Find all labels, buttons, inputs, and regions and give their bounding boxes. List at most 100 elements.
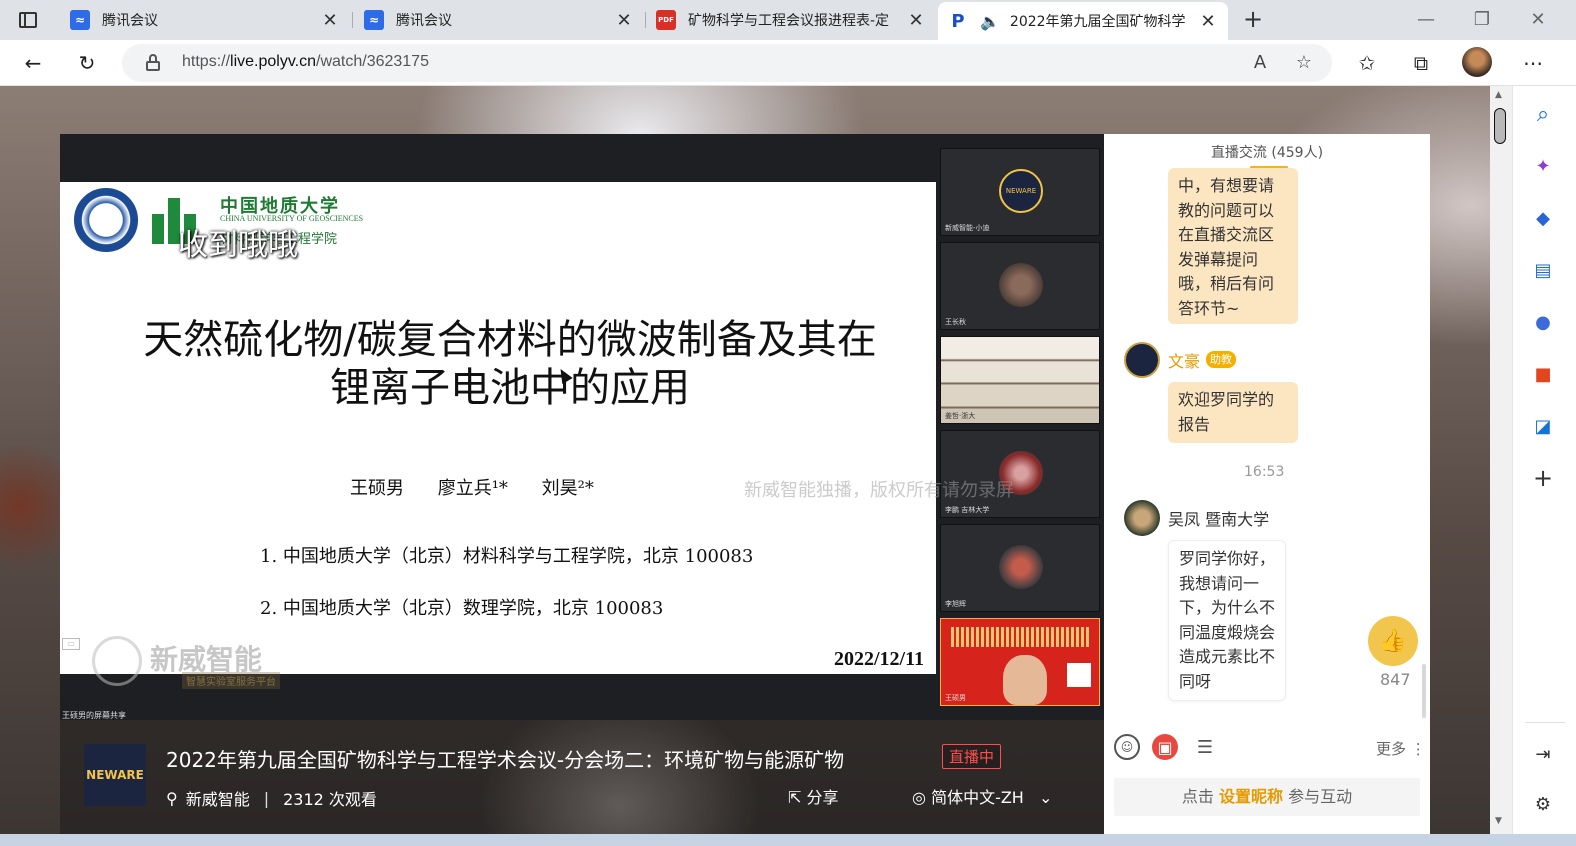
scrollbar-thumb[interactable] (1494, 108, 1506, 144)
university-seal-logo (74, 188, 138, 252)
neware-logo (92, 636, 142, 686)
outlook-icon[interactable]: ◪ (1529, 412, 1557, 440)
stream-meta: ⚲ 新威智能 | 2312 次观看 (166, 786, 377, 810)
channel-logo: NEWARE (84, 744, 146, 806)
participant-thumbnails: NEWARE 新威智能-小迪 王长秋 姜哲·浙大 李鹏 吉林大学 李旭辉 王硕男 (940, 146, 1102, 716)
chevron-down-icon: ⌄ (1038, 788, 1053, 807)
more-menu-icon[interactable]: ⋯ (1516, 46, 1550, 80)
set-nickname-link[interactable]: 设置昵称 (1219, 787, 1283, 806)
close-icon[interactable]: ✕ (320, 10, 340, 31)
tab-title: 矿物科学与工程会议报进程表-定 (688, 13, 890, 29)
collections-icon[interactable]: ⧉ (1404, 46, 1438, 80)
participant-name: 姜哲·浙大 (945, 412, 976, 420)
slide-title-line2: 锂离子电池中的应用 (330, 365, 690, 411)
chat-toolbar: ☺ ▣ ☰ 更多 ⋮ (1104, 734, 1430, 764)
set-nickname-input[interactable]: 点击 设置昵称 参与互动 (1114, 778, 1420, 816)
chat-tab[interactable]: 直播交流 (459人) (1104, 134, 1430, 172)
participant-tile[interactable]: 姜哲·浙大 (940, 336, 1100, 424)
like-button[interactable]: 👍 (1368, 616, 1418, 666)
participant-name: 李旭辉 (945, 600, 966, 608)
scroll-down-icon[interactable]: ▼ (1495, 816, 1502, 826)
shopping-tag-icon[interactable]: ◆ (1529, 204, 1557, 232)
tab-pdf-schedule[interactable]: PDF 矿物科学与工程会议报进程表-定 ✕ (646, 4, 936, 36)
chat-header-label: 直播交流 (459人) (1210, 145, 1324, 161)
add-favorite-icon[interactable]: ☆ (1292, 51, 1316, 75)
scroll-up-icon[interactable]: ▲ (1495, 90, 1502, 100)
tab-title: 2022年第九届全国矿物科学 (1009, 14, 1186, 30)
chat-username[interactable]: 文豪 (1168, 348, 1200, 372)
restore-button[interactable]: ❐ (1454, 6, 1510, 34)
tools-briefcase-icon[interactable]: ▤ (1529, 256, 1557, 284)
chat-message: 罗同学你好，我想请问一下，为什么不同温度煅烧会造成元素比不同呀 (1168, 540, 1286, 701)
pdf-icon: PDF (656, 10, 676, 30)
language-select[interactable]: ◎ 简体中文-ZH ⌄ (912, 784, 1052, 808)
participant-tile[interactable]: 李鹏 吉林大学 (940, 430, 1100, 518)
input-prefix: 点击 (1181, 787, 1214, 806)
thumbs-up-icon: 👍 (1379, 628, 1407, 654)
participant-tile[interactable]: NEWARE 新威智能-小迪 (940, 148, 1100, 236)
close-icon[interactable]: ✕ (906, 10, 926, 31)
games-icon[interactable]: ● (1529, 308, 1557, 336)
browser-toolbar: ← ↻ https://live.polyv.cn/watch/3623175 … (0, 40, 1576, 86)
close-icon[interactable]: ✕ (614, 10, 634, 31)
participant-tile-speaker[interactable]: 王硕男 (940, 618, 1100, 706)
search-icon[interactable]: ⌕ (1529, 100, 1557, 128)
view-count: 2312 次观看 (283, 790, 377, 809)
speaker-icon[interactable]: 🔈 (980, 12, 1000, 31)
polyv-icon: P (951, 10, 965, 32)
minimize-button[interactable]: — (1398, 6, 1454, 34)
participant-tile[interactable]: 王长秋 (940, 242, 1100, 330)
emoji-icon[interactable]: ☺ (1114, 734, 1140, 760)
hide-sidebar-icon[interactable]: ⇥ (1529, 740, 1557, 768)
notice-icon[interactable]: ☰ (1192, 734, 1218, 760)
more-label: 更多 (1376, 740, 1407, 758)
more-button[interactable]: 更多 ⋮ (1376, 738, 1426, 759)
slide-affiliation: 2. 中国地质大学（北京）数理学院，北京 100083 (260, 598, 664, 619)
favorites-icon[interactable]: ✩ (1350, 46, 1384, 80)
read-aloud-icon[interactable]: A (1248, 51, 1272, 75)
tab-divider (352, 12, 353, 28)
slide-authors: 王硕男 廖立兵¹* 刘昊²* (350, 478, 594, 499)
add-icon[interactable]: + (1529, 464, 1557, 492)
like-count: 847 (1380, 670, 1411, 689)
url-text[interactable]: https://live.polyv.cn/watch/3623175 (182, 53, 429, 71)
gear-icon[interactable]: ⚙ (1529, 790, 1557, 818)
tab-strip: ≈ 腾讯会议 ✕ ≈ 腾讯会议 ✕ PDF 矿物科学与工程会议报进程表-定 ✕ … (0, 0, 1576, 40)
chat-username[interactable]: 吴凤 暨南大学 (1168, 506, 1269, 530)
tab-tencent-meeting-1[interactable]: ≈ 腾讯会议 ✕ (60, 4, 350, 36)
profile-avatar[interactable] (1462, 47, 1492, 77)
channel-name[interactable]: 新威智能 (186, 786, 250, 810)
participant-avatar (999, 545, 1043, 589)
chat-scrollbar[interactable] (1422, 664, 1426, 718)
close-window-button[interactable]: ✕ (1510, 6, 1566, 34)
participant-name: 王硕男 (945, 694, 966, 702)
avatar[interactable] (1124, 342, 1160, 378)
video-player[interactable]: 中国地质大学 CHINA UNIVERSITY OF GEOSCIENCES 材… (60, 134, 1104, 720)
participant-name: 新威智能-小迪 (945, 224, 990, 232)
participant-avatar (999, 263, 1043, 307)
copilot-icon[interactable]: ✦ (1529, 152, 1557, 180)
close-icon[interactable]: ✕ (1198, 11, 1218, 32)
taskbar-edge (0, 834, 1576, 846)
tab-actions-button[interactable] (8, 5, 48, 35)
participant-tile[interactable]: 李旭辉 (940, 524, 1100, 612)
tencent-meeting-icon: ≈ (70, 10, 90, 30)
office-icon[interactable]: ■ (1529, 360, 1557, 388)
page-scrollbar[interactable]: ▲ ▼ (1490, 86, 1512, 834)
back-button[interactable]: ← (16, 46, 50, 80)
new-tab-button[interactable]: + (1238, 4, 1268, 34)
qr-code-icon (1067, 663, 1091, 687)
share-button[interactable]: ⇱ 分享 (788, 784, 839, 808)
sidebar-divider (1525, 722, 1565, 723)
lock-icon[interactable] (146, 54, 160, 71)
gift-icon[interactable]: ▣ (1152, 734, 1178, 760)
tab-polyv-live[interactable]: P 🔈 2022年第九届全国矿物科学 ✕ (938, 2, 1228, 40)
refresh-button[interactable]: ↻ (70, 46, 104, 80)
stream-info-bar: NEWARE 2022年第九届全国矿物科学与工程学术会议-分会场二：环境矿物与能… (60, 720, 1104, 834)
chat-message: 中，有想要请教的问题可以在直播交流区发弹幕提问哦，稍后有问答环节~ (1168, 168, 1298, 324)
live-badge: 直播中 (942, 744, 1002, 769)
address-bar[interactable]: https://live.polyv.cn/watch/3623175 A ☆ (122, 44, 1332, 82)
avatar[interactable] (1124, 500, 1160, 536)
browser-sidebar: ⌕ ✦ ◆ ▤ ● ■ ◪ + ⇥ ⚙ (1512, 86, 1576, 834)
tab-tencent-meeting-2[interactable]: ≈ 腾讯会议 ✕ (354, 4, 644, 36)
